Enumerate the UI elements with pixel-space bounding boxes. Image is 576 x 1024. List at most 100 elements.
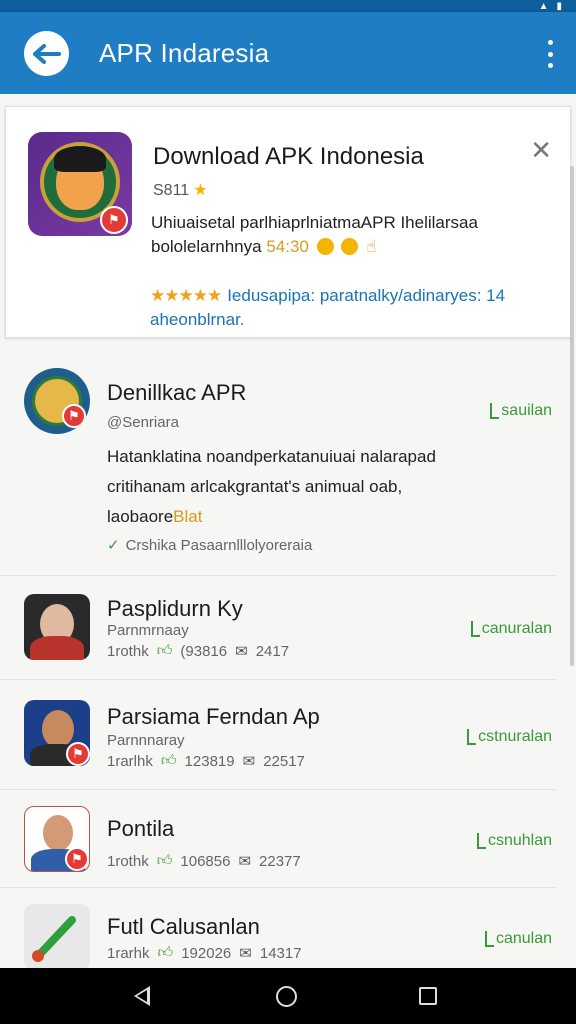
rating-stars-icon: ★★★★★	[150, 286, 222, 305]
stat-value: 22377	[259, 852, 301, 870]
app-stats: 1rothk 👍︎ (93816 ✉ 2417	[107, 642, 289, 660]
thumbs-up-icon: 👍︎	[156, 642, 173, 659]
install-label: canuralan	[481, 620, 552, 637]
paint-brush-icon	[32, 916, 76, 962]
desc-highlight: Blat	[173, 507, 203, 526]
app-bar: APR Indaresia	[0, 12, 576, 94]
desc-number: 54:30	[266, 237, 309, 256]
app-icon	[24, 594, 90, 660]
app-name: Pontila	[107, 816, 175, 841]
stat-value: 14317	[259, 944, 302, 962]
star-icon: ★	[193, 182, 208, 199]
install-label: csnuhlan	[487, 832, 552, 849]
install-label: sauilan	[501, 402, 552, 419]
app-developer: @Senriara	[107, 414, 179, 431]
install-button[interactable]: canuralan	[470, 620, 552, 638]
app-icon: ⚑	[24, 700, 90, 766]
desc-line: laobaoreBlat	[107, 502, 537, 532]
app-icon: ⚑	[24, 368, 90, 434]
download-icon	[470, 621, 480, 637]
status-icons: ▲ ▮	[539, 0, 562, 12]
featured-card[interactable]: ⚑ Download APK Indonesia ✕ S811 ★ Uhiuais…	[5, 106, 571, 338]
download-icon	[476, 833, 486, 849]
badge-icon: ⚑	[65, 847, 89, 871]
app-name: Futl Calusanlan	[107, 914, 260, 939]
back-button[interactable]	[24, 31, 69, 76]
stat-value: 123819	[184, 752, 235, 770]
desc-text: bololelarnhnya	[151, 237, 262, 256]
badge-icon: ⚑	[100, 206, 128, 234]
stat-value: 22517	[263, 752, 305, 770]
install-label: cstnuralan	[478, 728, 552, 745]
stat-value: 106856	[180, 852, 231, 870]
chat-icon: ✉	[235, 643, 248, 660]
emoji-icon	[341, 238, 359, 255]
thumbs-up-icon: 👍︎	[160, 752, 177, 769]
chat-icon: ✉	[242, 753, 256, 770]
app-tag: ✓ Crshika Pasaarnlllolyoreraia	[107, 536, 312, 554]
nav-home-icon[interactable]	[276, 986, 297, 1007]
install-button[interactable]: canulan	[484, 930, 552, 948]
desc-line: Uhiuaisetal parlhiaprlniatmaAPR Ihelilar…	[151, 213, 478, 232]
thumb-icon: ☝	[366, 237, 377, 256]
list-item[interactable]: ⚑ Pontila 1rothk 👍︎ 106856 ✉ 22377 csnuh…	[0, 790, 556, 888]
app-developer: Parnmrnaay	[107, 622, 189, 639]
scrollbar[interactable]	[570, 166, 574, 666]
app-developer: Parnnnaray	[107, 732, 185, 749]
install-button[interactable]: sauilan	[490, 402, 552, 420]
main-content: ⚑ Download APK Indonesia ✕ S811 ★ Uhiuais…	[0, 94, 576, 970]
install-label: canulan	[495, 930, 552, 947]
stat-label: 1rothk	[107, 852, 149, 870]
navigation-bar	[0, 968, 576, 1024]
desc-line: Hatanklatina noandperkatanuiuai nalarapa…	[107, 447, 436, 466]
rating-text: aheonblrnar.	[150, 310, 245, 329]
chat-icon: ✉	[238, 853, 252, 870]
thumbs-up-icon: 👍︎	[157, 944, 174, 961]
thumbs-up-icon: 👍︎	[156, 852, 173, 869]
stat-label: 1rothk	[107, 642, 149, 660]
download-icon	[467, 729, 477, 745]
version-text: S811	[153, 182, 190, 199]
stat-value: (93816	[180, 642, 228, 660]
featured-app-icon: ⚑	[28, 132, 132, 236]
arrow-back-icon	[32, 43, 61, 64]
dot-icon	[547, 40, 553, 45]
desc-line: critihanam arlcakgrantat's animual oab,	[107, 477, 403, 496]
check-icon: ✓	[107, 537, 120, 554]
app-stats: 1rarlhk 👍︎ 123819 ✉ 22517	[107, 752, 305, 770]
rating-text: Iedusapipa: paratnalky/adinaryes: 14	[227, 286, 506, 305]
list-item[interactable]: ⚑ Denillkac APR @Senriara sauilan Hatank…	[0, 344, 556, 576]
signal-icon: ▲	[538, 0, 549, 12]
badge-icon: ⚑	[62, 404, 86, 428]
featured-rating[interactable]: ★★★★★ Iedusapipa: paratnalky/adinaryes: 1…	[150, 284, 550, 332]
list-item[interactable]: Futl Calusanlan 1rarhk 👍︎ 192026 ✉ 14317…	[0, 888, 556, 970]
chat-icon: ✉	[239, 945, 252, 962]
featured-description: Uhiuaisetal parlhiaprlniatmaAPR Ihelilar…	[151, 211, 551, 259]
stat-value: 2417	[255, 642, 290, 660]
stat-label: 1rarhk	[107, 944, 150, 962]
nav-recents-icon[interactable]	[419, 987, 437, 1005]
battery-icon: ▮	[556, 0, 562, 12]
app-icon: ⚑	[24, 806, 90, 872]
featured-title: Download APK Indonesia	[153, 143, 424, 170]
stat-value: 192026	[181, 944, 232, 962]
app-description: Hatanklatina noandperkatanuiuai nalarapa…	[107, 442, 537, 532]
dot-icon	[547, 63, 553, 68]
emoji-icon	[316, 238, 334, 255]
download-icon	[484, 931, 494, 947]
status-bar: ▲ ▮	[0, 0, 576, 12]
close-button[interactable]: ✕	[530, 137, 552, 163]
app-name: Parsiama Ferndan Ap	[107, 704, 320, 729]
install-button[interactable]: cstnuralan	[467, 728, 552, 746]
nav-back-icon[interactable]	[134, 986, 150, 1006]
dot-icon	[547, 51, 553, 57]
list-item[interactable]: Pasplidurn Ky Parnmrnaay 1rothk 👍︎ (9381…	[0, 576, 556, 680]
tag-text: Crshika Pasaarnlllolyoreraia	[125, 537, 313, 554]
app-name: Pasplidurn Ky	[107, 596, 243, 621]
app-stats: 1rarhk 👍︎ 192026 ✉ 14317	[107, 944, 302, 962]
overflow-menu-button[interactable]	[544, 40, 556, 68]
app-icon	[24, 904, 90, 970]
list-item[interactable]: ⚑ Parsiama Ferndan Ap Parnnnaray 1rarlhk…	[0, 680, 556, 790]
install-button[interactable]: csnuhlan	[476, 832, 552, 850]
app-title: APR Indaresia	[99, 38, 270, 68]
